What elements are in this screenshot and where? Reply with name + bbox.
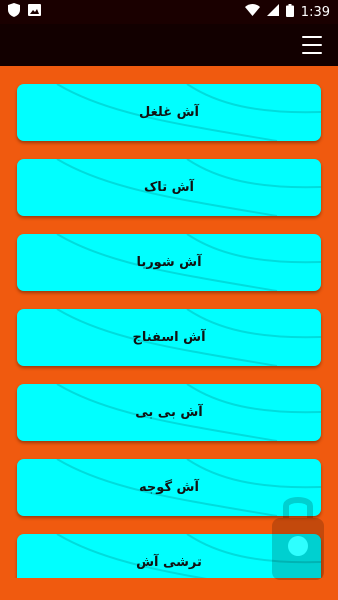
- battery-icon: [285, 3, 294, 21]
- wifi-icon: [244, 4, 260, 20]
- list-item-label: آش شوربا: [136, 255, 202, 270]
- bottom-strip: [0, 578, 338, 600]
- list-item-label: آش غلغل: [138, 105, 200, 120]
- list-item[interactable]: آش اسفناج: [17, 309, 321, 366]
- status-bar: 1:39: [0, 0, 338, 24]
- image-icon: [28, 4, 41, 20]
- status-time: 1:39: [300, 4, 330, 20]
- list-item-label: آش تاک: [144, 180, 194, 195]
- list-item[interactable]: آش تاک: [17, 159, 321, 216]
- recipe-list[interactable]: آش غلغل آش تاک آش شوربا آش اسفناج آش بی …: [0, 66, 338, 600]
- list-item-label: آش بی بی: [135, 405, 203, 420]
- signal-icon: [266, 4, 279, 20]
- status-right: 1:39: [244, 3, 330, 21]
- app-toolbar: [0, 24, 338, 66]
- list-item[interactable]: آش شوربا: [17, 234, 321, 291]
- hamburger-menu-icon[interactable]: [302, 36, 322, 54]
- list-item[interactable]: آش گوجه: [17, 459, 321, 516]
- list-item-label: ترشی آش: [136, 555, 202, 570]
- list-item[interactable]: آش بی بی: [17, 384, 321, 441]
- list-item[interactable]: آش غلغل: [17, 84, 321, 141]
- list-item-label: آش اسفناج: [132, 330, 206, 345]
- status-left: [8, 3, 41, 21]
- shield-icon: [8, 3, 20, 21]
- list-item-label: آش گوجه: [139, 480, 199, 495]
